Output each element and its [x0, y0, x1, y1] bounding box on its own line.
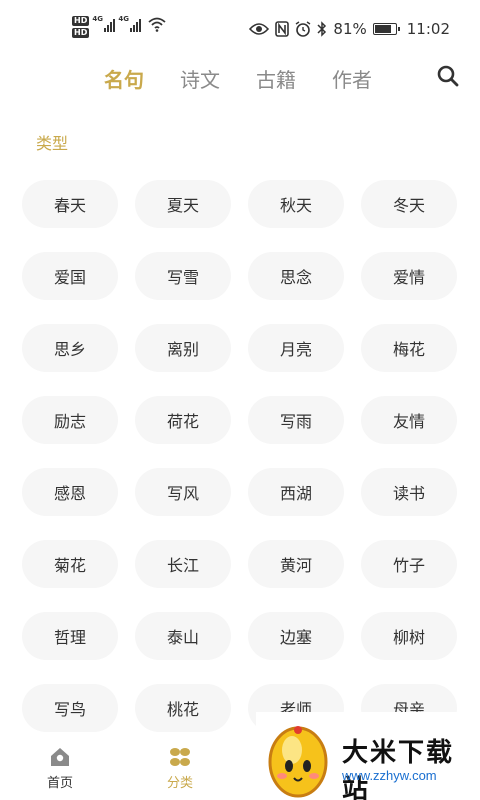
search-icon[interactable]: [436, 64, 460, 88]
battery-icon: [372, 23, 400, 35]
network-type-label: 4G: [118, 15, 129, 23]
category-chip[interactable]: 思乡: [22, 324, 118, 372]
clock: 11:02: [406, 20, 450, 38]
category-chip[interactable]: 友情: [361, 396, 457, 444]
tab-classics[interactable]: 古籍: [256, 64, 296, 93]
nfc-icon: [275, 21, 290, 37]
hd-badge: HD: [72, 16, 90, 26]
wifi-icon: [148, 17, 166, 32]
category-chip[interactable]: 读书: [361, 468, 457, 516]
category-chip[interactable]: 春天: [22, 180, 118, 228]
watermark-url: www.zzhyw.com: [342, 768, 437, 783]
category-chip[interactable]: 黄河: [248, 540, 344, 588]
battery-percent: 81%: [333, 20, 367, 38]
watermark-title: 大米下载站: [342, 738, 455, 800]
category-chip[interactable]: 月亮: [248, 324, 344, 372]
category-chip[interactable]: 离别: [135, 324, 231, 372]
eye-icon: [249, 23, 270, 35]
nav-label-home: 首页: [46, 776, 73, 791]
tab-poems[interactable]: 诗文: [180, 64, 220, 93]
category-chip[interactable]: 长江: [135, 540, 231, 588]
egg-mascot-icon: [268, 726, 328, 798]
category-chip[interactable]: 秋天: [248, 180, 344, 228]
category-icon: [170, 748, 190, 766]
tab-authors[interactable]: 作者: [332, 64, 372, 93]
nav-item-home[interactable]: 首页: [30, 746, 90, 791]
status-right: 81% 11:02: [249, 20, 450, 38]
category-chip[interactable]: 泰山: [135, 612, 231, 660]
category-grid: 春天 夏天 秋天 冬天爱国 写雪 思念 爱情思乡 离别 月亮 梅花励志 荷花 写雨 友情感恩 写风 西湖 读书…: [22, 180, 460, 732]
category-chip[interactable]: 菊花: [22, 540, 118, 588]
category-chip[interactable]: 边塞: [248, 612, 344, 660]
category-chip[interactable]: 梅花: [361, 324, 457, 372]
section-title: 类型: [36, 134, 69, 153]
tab-famous-quotes[interactable]: 名句: [104, 64, 144, 93]
category-chip[interactable]: 爱国: [22, 252, 118, 300]
status-left: HD HD 4G 4G: [72, 15, 166, 38]
category-chip[interactable]: 写鸟: [22, 684, 118, 732]
hd-badges: HD HD: [72, 16, 90, 38]
battery-level-fill: [374, 25, 391, 33]
hd-badge: HD: [72, 28, 90, 38]
category-chip[interactable]: 荷花: [135, 396, 231, 444]
nav-item-category[interactable]: 分类: [150, 746, 210, 791]
category-chip[interactable]: 夏天: [135, 180, 231, 228]
category-chip[interactable]: 写风: [135, 468, 231, 516]
category-chip[interactable]: 感恩: [22, 468, 118, 516]
status-bar: HD HD 4G 4G 81% 11:02: [0, 0, 480, 60]
home-icon: [51, 748, 69, 766]
watermark: 大米下载站 www.zzhyw.com: [256, 712, 480, 800]
category-chip[interactable]: 西湖: [248, 468, 344, 516]
category-chip[interactable]: 竹子: [361, 540, 457, 588]
category-chip[interactable]: 写雨: [248, 396, 344, 444]
category-chip[interactable]: 桃花: [135, 684, 231, 732]
top-tab-bar: 名句 诗文 古籍 作者: [0, 60, 480, 96]
bluetooth-icon: [317, 21, 327, 37]
category-chip[interactable]: 思念: [248, 252, 344, 300]
category-chip[interactable]: 励志: [22, 396, 118, 444]
signal-icon: 4G: [118, 15, 142, 32]
category-chip[interactable]: 写雪: [135, 252, 231, 300]
category-chip[interactable]: 爱情: [361, 252, 457, 300]
nav-label-category: 分类: [166, 776, 193, 791]
signal-icon: 4G: [92, 15, 116, 32]
category-chip[interactable]: 冬天: [361, 180, 457, 228]
category-chip[interactable]: 哲理: [22, 612, 118, 660]
alarm-icon: [296, 21, 311, 37]
category-chip[interactable]: 柳树: [361, 612, 457, 660]
network-type-label: 4G: [92, 15, 103, 23]
